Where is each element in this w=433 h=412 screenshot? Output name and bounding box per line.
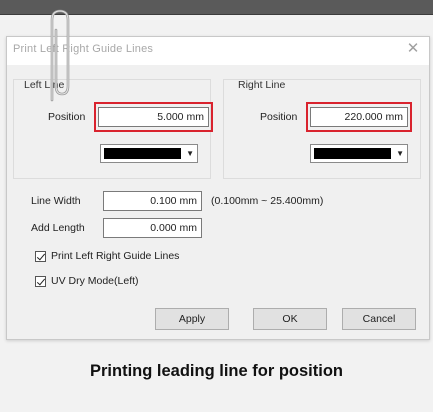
right-position-highlight <box>306 102 412 132</box>
chevron-down-icon: ▼ <box>186 149 194 158</box>
right-position-label: Position <box>260 111 298 123</box>
right-line-group-label: Right Line <box>238 79 286 91</box>
checkbox-checked-icon <box>35 250 46 262</box>
uv-dry-mode-label: UV Dry Mode(Left) <box>51 275 139 287</box>
left-position-highlight <box>94 102 213 132</box>
line-width-input[interactable]: 0.100 mm <box>103 191 202 211</box>
right-line-group: Right Line Position 220.000 mm ▼ <box>223 79 421 179</box>
left-line-color-swatch <box>104 148 181 159</box>
line-width-label: Line Width <box>31 195 81 207</box>
line-width-unit: mm <box>179 195 198 207</box>
add-length-label: Add Length <box>31 222 85 234</box>
add-length-unit: mm <box>179 222 198 234</box>
cancel-button[interactable]: Cancel <box>342 308 416 330</box>
caption: Printing leading line for position <box>90 362 343 380</box>
left-position-label: Position <box>48 111 86 123</box>
checkbox-checked-icon <box>35 275 46 287</box>
add-length-value: 0.000 <box>150 222 177 234</box>
add-length-input[interactable]: 0.000 mm <box>103 218 202 238</box>
right-line-color-picker[interactable]: ▼ <box>310 144 408 163</box>
left-line-color-picker[interactable]: ▼ <box>100 144 198 163</box>
right-line-color-swatch <box>314 148 391 159</box>
ok-button[interactable]: OK <box>253 308 327 330</box>
print-guide-lines-label: Print Left Right Guide Lines <box>51 250 180 262</box>
paperclip-icon <box>50 9 70 102</box>
uv-dry-mode-checkbox[interactable]: UV Dry Mode(Left) <box>35 275 139 287</box>
close-icon[interactable]: ✕ <box>405 41 421 57</box>
line-width-range-hint: (0.100mm ~ 25.400mm) <box>211 195 324 207</box>
print-guide-lines-checkbox[interactable]: Print Left Right Guide Lines <box>35 250 179 262</box>
window-title: Print Left Right Guide Lines <box>13 43 154 55</box>
chevron-down-icon: ▼ <box>396 149 404 158</box>
apply-button[interactable]: Apply <box>155 308 229 330</box>
line-width-value: 0.100 <box>150 195 177 207</box>
